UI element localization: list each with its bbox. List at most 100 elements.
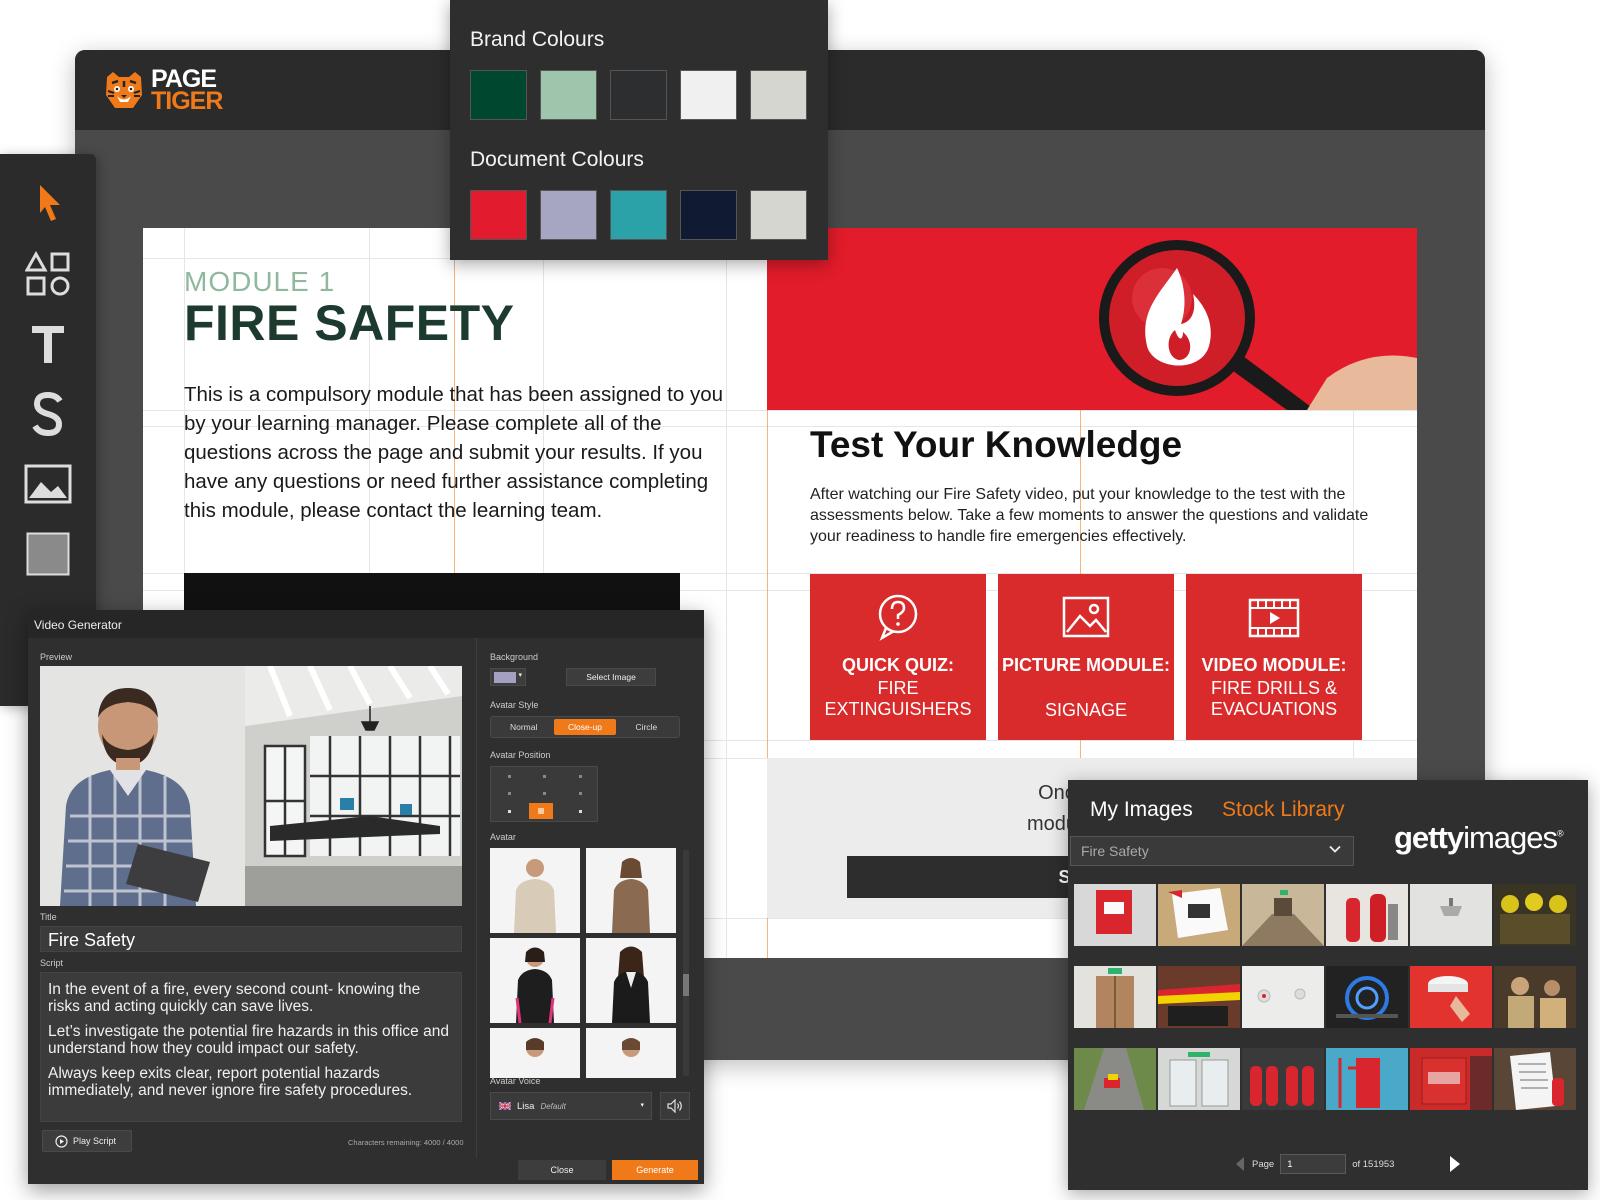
position-dot[interactable]: [543, 775, 546, 778]
pointer-tool[interactable]: [24, 180, 72, 228]
text-tool[interactable]: [24, 320, 72, 368]
page-tiger-logo[interactable]: PAGE TIGER: [103, 67, 223, 114]
magnifier-fire-illustration: [767, 228, 1417, 410]
brand-swatch[interactable]: [750, 70, 807, 120]
avatar-position-grid[interactable]: [490, 766, 598, 822]
image-thumbnail[interactable]: [1326, 884, 1408, 946]
position-dot[interactable]: [508, 810, 511, 813]
avatar-style-label: Avatar Style: [490, 700, 539, 710]
avatar-option[interactable]: [490, 938, 580, 1023]
position-dot[interactable]: [508, 775, 511, 778]
avatar-option[interactable]: [490, 848, 580, 933]
thumbnail-image: [1326, 966, 1408, 1028]
test-knowledge-title[interactable]: Test Your Knowledge: [810, 424, 1182, 466]
position-dot[interactable]: [508, 792, 511, 795]
style-option-normal[interactable]: Normal: [493, 719, 554, 735]
avatar-voice-label: Avatar Voice: [490, 1076, 541, 1086]
brand-swatch[interactable]: [680, 70, 737, 120]
picture-icon: [1062, 596, 1110, 638]
brand-swatch[interactable]: [470, 70, 527, 120]
registered-mark: ®: [1557, 828, 1564, 839]
position-dot[interactable]: [579, 775, 582, 778]
image-thumbnail[interactable]: [1158, 1048, 1240, 1110]
hero-image[interactable]: [767, 228, 1417, 410]
close-button[interactable]: Close: [518, 1160, 606, 1180]
tab-my-images[interactable]: My Images: [1090, 798, 1193, 822]
page-number-input[interactable]: [1280, 1154, 1347, 1174]
image-thumbnail[interactable]: [1494, 1048, 1576, 1110]
position-dot[interactable]: [579, 810, 582, 813]
image-thumbnail[interactable]: [1494, 966, 1576, 1028]
avatar-voice-select[interactable]: Lisa Default ▾: [490, 1092, 652, 1120]
avatar-option[interactable]: [586, 848, 676, 933]
test-knowledge-body[interactable]: After watching our Fire Safety video, pu…: [810, 484, 1370, 547]
image-thumbnail[interactable]: [1242, 1048, 1324, 1110]
image-thumbnail[interactable]: [1326, 1048, 1408, 1110]
avatar-preview[interactable]: [40, 666, 462, 906]
background-colour-picker[interactable]: ▾: [490, 668, 526, 686]
quiz-tile[interactable]: QUICK QUIZ: FIRE EXTINGUISHERS: [810, 574, 986, 740]
style-option-circle[interactable]: Circle: [616, 719, 677, 735]
image-tool[interactable]: [24, 460, 72, 508]
position-dot[interactable]: [543, 792, 546, 795]
rectangle-tool[interactable]: [24, 530, 72, 578]
avatar-style-segmented: Normal Close-up Circle: [490, 716, 680, 738]
image-thumbnail[interactable]: [1158, 884, 1240, 946]
image-thumbnail[interactable]: [1242, 966, 1324, 1028]
thumbnail-image: [1242, 966, 1324, 1028]
thumbnail-image: [1410, 966, 1492, 1028]
document-swatch[interactable]: [680, 190, 737, 240]
style-icon: [32, 392, 63, 436]
voice-name: Lisa: [517, 1100, 535, 1112]
document-swatch[interactable]: [610, 190, 667, 240]
tiger-logo-icon: [106, 72, 142, 108]
image-thumbnail[interactable]: [1410, 884, 1492, 946]
document-swatch[interactable]: [750, 190, 807, 240]
module-intro-text[interactable]: This is a compulsory module that has bee…: [184, 380, 732, 525]
play-script-button[interactable]: Play Script: [42, 1130, 132, 1152]
video-tile[interactable]: VIDEO MODULE: FIRE DRILLS & EVACUATIONS: [1186, 574, 1362, 740]
module-title[interactable]: FIRE SAFETY: [184, 294, 515, 352]
image-thumbnail[interactable]: [1494, 884, 1576, 946]
brand-swatch[interactable]: [610, 70, 667, 120]
position-dot[interactable]: [579, 792, 582, 795]
generate-button[interactable]: Generate: [612, 1160, 698, 1180]
select-image-button[interactable]: Select Image: [566, 668, 656, 686]
script-textarea[interactable]: In the event of a fire, every second cou…: [40, 972, 462, 1122]
document-swatch[interactable]: [540, 190, 597, 240]
previous-page-icon[interactable]: [1234, 1156, 1246, 1172]
picture-tile[interactable]: PICTURE MODULE: SIGNAGE: [998, 574, 1174, 740]
position-selected[interactable]: [529, 803, 553, 819]
getty-logo-bold: getty: [1394, 820, 1464, 855]
image-thumbnail[interactable]: [1074, 884, 1156, 946]
grid-line: [726, 228, 727, 958]
avatar-option[interactable]: [586, 938, 676, 1023]
preview-voice-button[interactable]: [660, 1092, 690, 1120]
scrollbar-thumb[interactable]: [683, 974, 689, 996]
image-thumbnail[interactable]: [1410, 1048, 1492, 1110]
logo-wordmark: PAGE TIGER: [151, 67, 223, 114]
video-title-input[interactable]: Fire Safety: [40, 926, 462, 952]
image-thumbnail[interactable]: [1074, 966, 1156, 1028]
tab-stock-library[interactable]: Stock Library: [1222, 798, 1345, 822]
style-option-close-up[interactable]: Close-up: [554, 719, 616, 735]
style-tool[interactable]: [24, 390, 72, 438]
next-page-icon[interactable]: [1448, 1155, 1462, 1173]
document-swatch[interactable]: [470, 190, 527, 240]
video-generator-dialog: Video Generator Preview Title Fire Safet…: [28, 610, 704, 1184]
image-thumbnail[interactable]: [1326, 966, 1408, 1028]
brand-swatch[interactable]: [540, 70, 597, 120]
image-thumbnail[interactable]: [1410, 966, 1492, 1028]
avatar-option[interactable]: [586, 1028, 676, 1078]
thumbnail-image: [1158, 1048, 1240, 1110]
page-label: Page: [1252, 1158, 1275, 1170]
shapes-tool[interactable]: [24, 250, 72, 298]
image-thumbnail[interactable]: [1158, 966, 1240, 1028]
getty-logo-light: images: [1463, 820, 1558, 855]
image-search-select[interactable]: Fire Safety: [1070, 836, 1354, 866]
avatar-option[interactable]: [490, 1028, 580, 1078]
image-thumbnail[interactable]: [1242, 884, 1324, 946]
avatar-scrollbar[interactable]: [683, 850, 689, 1076]
video-embed-placeholder[interactable]: [184, 573, 680, 613]
image-thumbnail[interactable]: [1074, 1048, 1156, 1110]
